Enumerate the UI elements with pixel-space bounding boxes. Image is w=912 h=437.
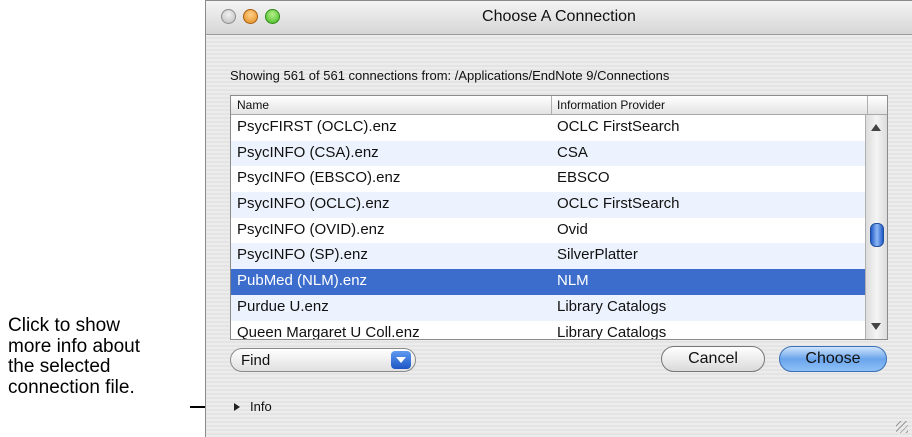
scroll-up-icon[interactable] [871, 124, 881, 131]
chevron-down-icon[interactable] [391, 351, 411, 369]
window-title: Choose A Connection [482, 8, 636, 25]
title-bar[interactable]: Choose A Connection [206, 1, 912, 35]
row-provider-cell: SilverPlatter [557, 246, 638, 264]
table-row[interactable]: PsycFIRST (OCLC).enz OCLC FirstSearch [231, 115, 867, 141]
row-provider-cell: Library Catalogs [557, 323, 667, 340]
column-divider [867, 96, 868, 114]
resize-grip-icon[interactable] [896, 421, 908, 433]
column-header-provider[interactable]: Information Provider [557, 98, 665, 112]
connections-table: Name Information Provider PsycFIRST (OCL… [230, 95, 888, 340]
vertical-scrollbar[interactable] [865, 115, 887, 339]
scroll-down-icon[interactable] [871, 323, 881, 330]
column-divider [551, 96, 552, 114]
table-row-selected[interactable]: PubMed (NLM).enz NLM [231, 269, 867, 295]
callout-line: the selected [8, 356, 111, 377]
scroll-thumb[interactable] [870, 223, 884, 247]
row-provider-cell: OCLC FirstSearch [557, 118, 680, 135]
row-name-cell: PsycINFO (OCLC).enz [237, 195, 390, 213]
row-name-cell: PsycINFO (EBSCO).enz [237, 169, 401, 187]
find-popup-button[interactable]: Find [230, 348, 416, 372]
table-row[interactable]: PsycINFO (SP).enz SilverPlatter [231, 243, 867, 270]
info-label[interactable]: Info [250, 399, 272, 414]
row-name-cell: PubMed (NLM).enz [237, 272, 368, 290]
row-name-cell: PsycINFO (CSA).enz [237, 143, 379, 161]
column-header-name[interactable]: Name [237, 98, 269, 112]
connections-status-text: Showing 561 of 561 connections from: /Ap… [230, 68, 670, 83]
row-name-cell: PsycFIRST (OCLC).enz [237, 118, 397, 135]
row-provider-cell: Library Catalogs [557, 297, 667, 315]
row-name-cell: PsycINFO (SP).enz [237, 246, 368, 264]
row-provider-cell: NLM [557, 272, 589, 290]
choose-connection-window: Choose A Connection Showing 561 of 561 c… [205, 0, 912, 437]
callout-line: connection file. [8, 376, 135, 398]
table-header: Name Information Provider [231, 96, 887, 115]
disclosure-triangle-icon[interactable] [234, 403, 240, 411]
callout-text: Click to show more info about the select… [8, 315, 204, 398]
table-rows: PsycFIRST (OCLC).enz OCLC FirstSearch Ps… [231, 115, 867, 340]
choose-button[interactable]: Choose [779, 346, 887, 372]
table-row[interactable]: Purdue U.enz Library Catalogs [231, 294, 867, 321]
row-name-cell: Purdue U.enz [237, 297, 329, 315]
table-row[interactable]: Queen Margaret U Coll.enz Library Catalo… [231, 321, 867, 340]
table-row[interactable]: PsycINFO (EBSCO).enz EBSCO [231, 166, 867, 192]
row-provider-cell: CSA [557, 143, 588, 161]
table-row[interactable]: PsycINFO (CSA).enz CSA [231, 140, 867, 167]
row-name-cell: PsycINFO (OVID).enz [237, 220, 385, 238]
row-provider-cell: Ovid [557, 220, 588, 238]
row-provider-cell: EBSCO [557, 169, 610, 187]
callout-line: more info about [8, 335, 141, 357]
table-row[interactable]: PsycINFO (OCLC).enz OCLC FirstSearch [231, 192, 867, 218]
row-name-cell: Queen Margaret U Coll.enz [237, 323, 420, 340]
table-row[interactable]: PsycINFO (OVID).enz Ovid [231, 218, 867, 244]
find-label: Find [241, 352, 271, 369]
callout-line: Click to show [8, 315, 120, 336]
cancel-button[interactable]: Cancel [661, 346, 765, 372]
row-provider-cell: OCLC FirstSearch [557, 195, 680, 213]
